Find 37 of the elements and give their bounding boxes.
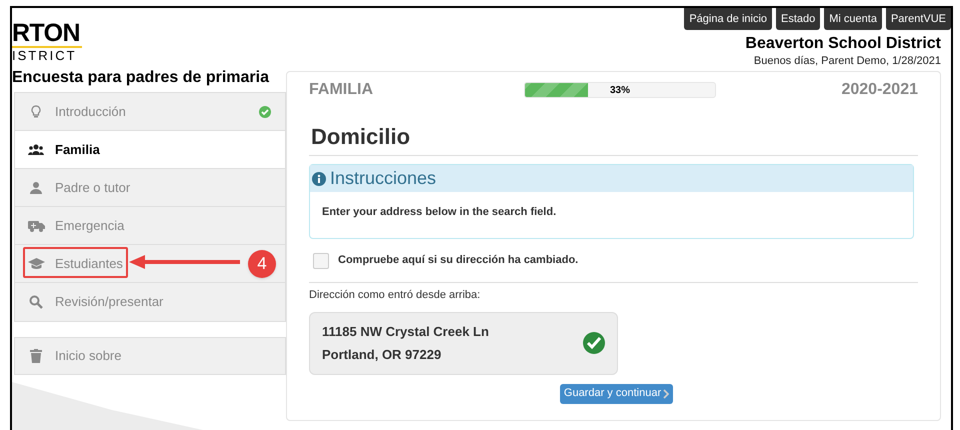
nav-tab[interactable]: Página de inicio bbox=[684, 8, 772, 30]
step-badge: 4 bbox=[248, 250, 276, 278]
person-icon bbox=[29, 180, 43, 194]
logo-text: ISTRICT bbox=[12, 48, 77, 64]
sidebar-item[interactable]: Estudiantes 4 bbox=[15, 245, 285, 283]
save-continue-button[interactable]: Guardar y continuar bbox=[560, 384, 674, 404]
nav-tab[interactable]: Mi cuenta bbox=[824, 8, 882, 30]
survey-title: Encuesta para padres de primaria bbox=[12, 68, 270, 88]
search-icon bbox=[29, 295, 43, 309]
sidebar-item[interactable]: Padre o tutor bbox=[15, 169, 285, 207]
section-title: FAMILIA bbox=[309, 80, 374, 100]
address-line: 11185 NW Crystal Creek Ln bbox=[322, 323, 489, 341]
sidebar-item[interactable]: Emergencia bbox=[15, 207, 285, 245]
chevron-right-icon bbox=[663, 388, 670, 398]
lightbulb-icon bbox=[29, 104, 43, 118]
sidebar-item[interactable]: Inicio sobre bbox=[14, 337, 286, 375]
address-label: Dirección como entró desde arriba: bbox=[309, 288, 482, 303]
trash-icon bbox=[30, 349, 42, 363]
page-heading: Domicilio bbox=[311, 124, 410, 149]
graduation-cap-icon bbox=[28, 258, 44, 270]
checkbox[interactable] bbox=[313, 252, 329, 268]
ambulance-icon bbox=[28, 218, 44, 232]
progress-label: 33% bbox=[608, 84, 631, 97]
school-year: 2020-2021 bbox=[841, 80, 918, 100]
people-icon bbox=[28, 142, 44, 156]
district-name: Beaverton School District bbox=[745, 35, 941, 53]
logo-text: RTON bbox=[12, 20, 82, 48]
nav-tab[interactable]: ParentVUE bbox=[886, 8, 951, 30]
info-icon bbox=[312, 172, 326, 186]
instructions-text: Enter your address below in the search field. bbox=[321, 205, 558, 220]
sidebar-item[interactable]: Revisión/presentar bbox=[15, 283, 285, 321]
sidebar-item[interactable]: Introducción bbox=[15, 93, 285, 131]
address-line: Portland, OR 97229 bbox=[322, 346, 442, 364]
nav-tab[interactable]: Estado bbox=[776, 8, 820, 30]
greeting-text: Buenos días, Parent Demo, 1/28/2021 bbox=[754, 54, 941, 69]
instructions-title: Instrucciones bbox=[330, 167, 436, 190]
checkbox-label: Compruebe aquí si su dirección ha cambiado. bbox=[338, 253, 578, 268]
